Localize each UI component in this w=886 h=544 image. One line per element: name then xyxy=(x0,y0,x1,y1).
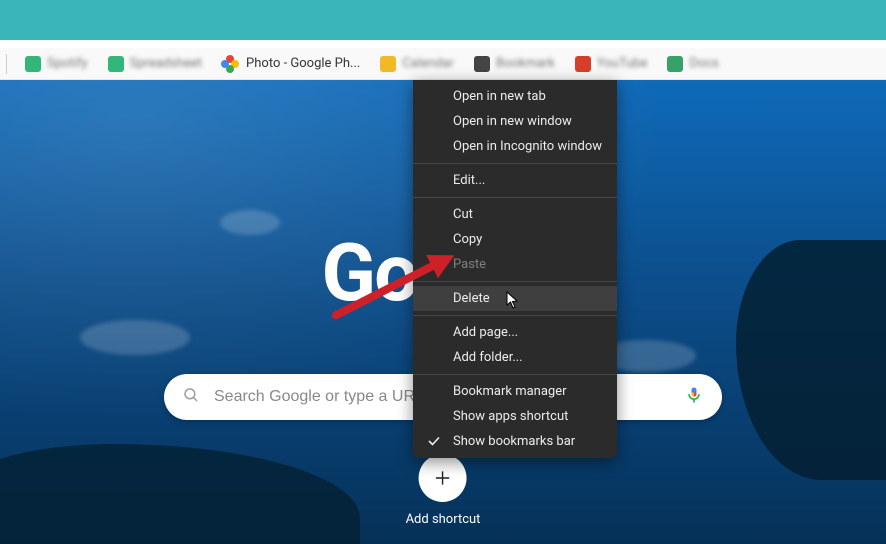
bookmark-item[interactable]: YouTube xyxy=(569,52,654,76)
bookmark-label: Photo - Google Ph... xyxy=(246,56,360,71)
context-menu-item-edit[interactable]: Edit... xyxy=(413,168,617,193)
google-photos-icon xyxy=(222,56,238,72)
bookmark-item[interactable]: Spreadsheet xyxy=(102,52,209,76)
context-menu-separator xyxy=(413,374,617,375)
add-shortcut-button[interactable]: Add shortcut xyxy=(406,454,481,527)
bookmark-item[interactable]: Docs xyxy=(661,52,724,76)
divider-icon xyxy=(6,54,7,74)
bookmark-label: Calendar xyxy=(402,56,454,71)
context-menu-item-show-apps-shortcut[interactable]: Show apps shortcut xyxy=(413,404,617,429)
background-detail xyxy=(220,210,280,235)
bookmark-item[interactable]: Calendar xyxy=(374,52,460,76)
context-menu-item-add-page[interactable]: Add page... xyxy=(413,320,617,345)
context-menu-item-show-bookmarks-bar[interactable]: Show bookmarks bar xyxy=(413,429,617,454)
bookmark-favicon-icon xyxy=(474,56,490,72)
context-menu-label: Open in Incognito window xyxy=(453,139,602,154)
context-menu-label: Paste xyxy=(453,257,486,272)
context-menu-separator xyxy=(413,197,617,198)
context-menu-label: Cut xyxy=(453,207,473,222)
background-detail xyxy=(80,320,190,355)
context-menu-item-delete[interactable]: Delete xyxy=(413,286,617,311)
search-icon xyxy=(182,386,200,408)
bookmarks-bar: Spotify Spreadsheet Photo - Google Ph... Ca… xyxy=(0,48,886,80)
context-menu: Open in new tab Open in new window Open in… xyxy=(413,80,617,458)
context-menu-item-bookmark-manager[interactable]: Bookmark manager xyxy=(413,379,617,404)
context-menu-label: Show bookmarks bar xyxy=(453,434,575,449)
context-menu-label: Copy xyxy=(453,232,482,247)
context-menu-item-paste: Paste xyxy=(413,252,617,277)
bookmark-favicon-icon xyxy=(25,56,41,72)
app-top-bar xyxy=(0,0,886,40)
bookmark-favicon-icon xyxy=(380,56,396,72)
bookmark-favicon-icon xyxy=(108,56,124,72)
context-menu-item-open-in-new-tab[interactable]: Open in new tab xyxy=(413,84,617,109)
context-menu-item-cut[interactable]: Cut xyxy=(413,202,617,227)
context-menu-label: Open in new tab xyxy=(453,89,546,104)
context-menu-label: Delete xyxy=(453,291,490,306)
bookmark-item[interactable]: Spotify xyxy=(19,52,94,76)
context-menu-item-add-folder[interactable]: Add folder... xyxy=(413,345,617,370)
bookmark-label: Spreadsheet xyxy=(130,56,203,71)
context-menu-separator xyxy=(413,315,617,316)
bookmark-favicon-icon xyxy=(667,56,683,72)
check-icon xyxy=(427,434,441,448)
bookmark-label: Docs xyxy=(689,56,718,71)
context-menu-label: Add page... xyxy=(453,325,518,340)
bookmark-label: Bookmark xyxy=(496,56,555,71)
bookmark-favicon-icon xyxy=(575,56,591,72)
bookmark-label: YouTube xyxy=(597,56,648,71)
bookmark-item[interactable]: Photo - Google Ph... xyxy=(216,52,366,76)
bookmark-label: Spotify xyxy=(47,56,88,71)
context-menu-label: Open in new window xyxy=(453,114,572,129)
context-menu-separator xyxy=(413,281,617,282)
voice-search-icon[interactable] xyxy=(684,385,704,409)
context-menu-label: Add folder... xyxy=(453,350,523,365)
spacer-bar xyxy=(0,40,886,48)
context-menu-separator xyxy=(413,163,617,164)
add-shortcut-label: Add shortcut xyxy=(406,512,481,527)
plus-icon xyxy=(419,454,467,502)
context-menu-item-open-in-new-window[interactable]: Open in new window xyxy=(413,109,617,134)
context-menu-label: Bookmark manager xyxy=(453,384,567,399)
context-menu-label: Show apps shortcut xyxy=(453,409,568,424)
context-menu-item-open-in-incognito-window[interactable]: Open in Incognito window xyxy=(413,134,617,159)
context-menu-item-copy[interactable]: Copy xyxy=(413,227,617,252)
bookmark-item[interactable]: Bookmark xyxy=(468,52,561,76)
context-menu-label: Edit... xyxy=(453,173,485,188)
